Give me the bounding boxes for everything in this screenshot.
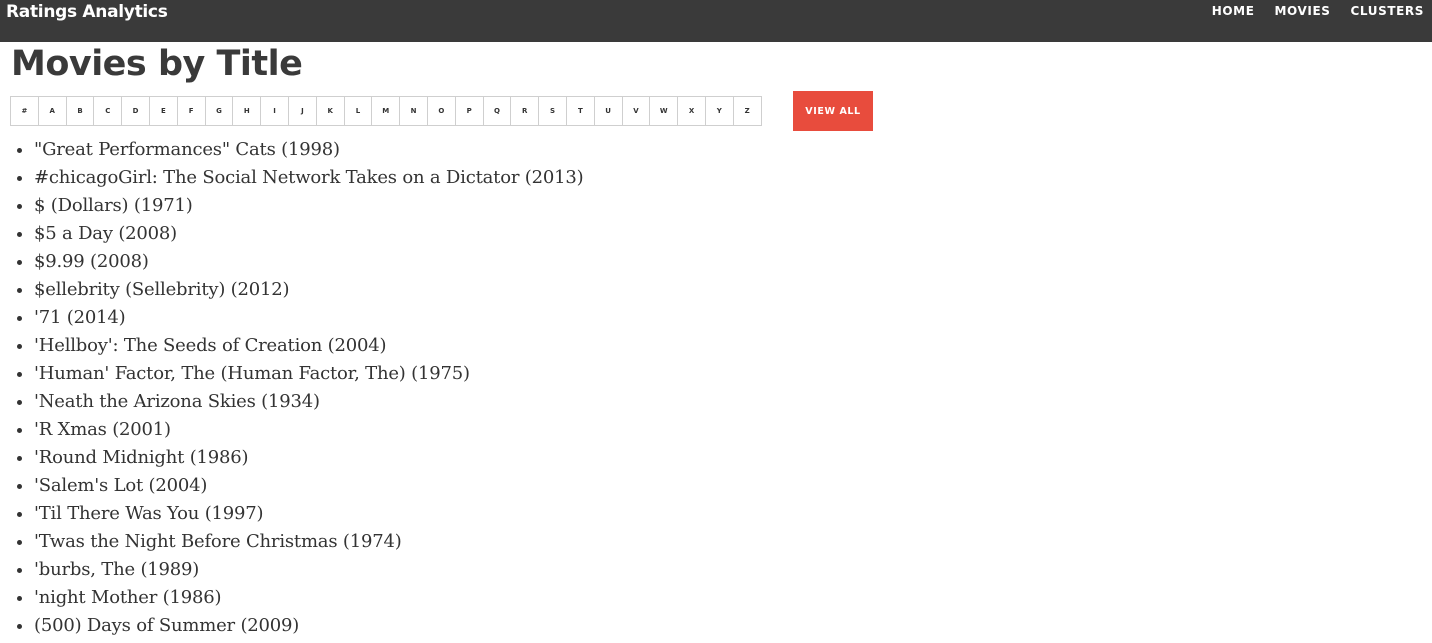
list-item: $ellebrity (Sellebrity) (2012) <box>34 276 583 304</box>
list-item: #chicagoGirl: The Social Network Takes o… <box>34 164 584 192</box>
letter-filter-d-button[interactable]: D <box>121 96 150 126</box>
list-item: '71 (2014) <box>34 304 583 332</box>
nav-links: HOME MOVIES CLUSTERS <box>1192 4 1424 18</box>
page-title: Movies by Title <box>11 44 303 84</box>
letter-filter-a-button[interactable]: A <box>37 96 67 126</box>
letter-filter-p-button[interactable]: P <box>454 96 484 126</box>
movie-title-link[interactable]: 'Til There Was You (1997) <box>34 503 264 524</box>
movie-title-link[interactable]: 'Salem's Lot (2004) <box>34 475 207 496</box>
top-navbar: Ratings Analytics HOME MOVIES CLUSTERS <box>0 0 1432 42</box>
letter-filter-r-button[interactable]: R <box>510 96 540 126</box>
movie-title-link[interactable]: (500) Days of Summer (2009) <box>34 615 299 636</box>
list-item: 'Human' Factor, The (Human Factor, The) … <box>34 360 583 388</box>
letter-filter-o-button[interactable]: O <box>426 96 456 126</box>
movie-title-link[interactable]: "Great Performances" Cats (1998) <box>34 139 340 160</box>
list-item: 'Til There Was You (1997) <box>34 500 583 528</box>
movie-title-link[interactable]: 'Human' Factor, The (Human Factor, The) … <box>34 363 470 384</box>
letter-filter-u-button[interactable]: U <box>593 96 623 126</box>
movie-title-link[interactable]: $ (Dollars) (1971) <box>34 195 193 216</box>
letter-filter-s-button[interactable]: S <box>538 96 567 126</box>
letter-filter-e-button[interactable]: E <box>148 96 178 126</box>
list-item: 'R Xmas (2001) <box>34 416 583 444</box>
brand-logo[interactable]: Ratings Analytics <box>6 2 168 22</box>
letter-filter-f-button[interactable]: F <box>176 96 206 126</box>
nav-home-link[interactable]: HOME <box>1212 4 1255 18</box>
view-all-button[interactable]: VIEW ALL <box>793 91 873 131</box>
letter-filter-j-button[interactable]: J <box>287 96 317 126</box>
list-item: 'burbs, The (1989) <box>34 556 583 584</box>
letter-filter-l-button[interactable]: L <box>343 96 373 126</box>
letter-filter-t-button[interactable]: T <box>565 96 595 126</box>
list-item: (500) Days of Summer (2009) <box>34 612 583 640</box>
letter-filter-bar: # A B C D E F G H I J K L M N O P Q R S T U V W X Y Z <box>10 96 762 126</box>
letter-filter-h-button[interactable]: H <box>232 96 262 126</box>
letter-filter-v-button[interactable]: V <box>621 96 651 126</box>
letter-filter-b-button[interactable]: B <box>65 96 95 126</box>
movie-title-link[interactable]: #chicagoGirl: The Social Network Takes o… <box>34 167 584 188</box>
letter-filter-i-button[interactable]: I <box>260 96 289 126</box>
letter-filter-w-button[interactable]: W <box>649 96 679 126</box>
movie-title-link[interactable]: '71 (2014) <box>34 307 126 328</box>
letter-filter-hash-button[interactable]: # <box>10 96 39 126</box>
nav-clusters-link[interactable]: CLUSTERS <box>1351 4 1424 18</box>
list-item: $5 a Day (2008) <box>34 220 583 248</box>
list-item: 'Round Midnight (1986) <box>34 444 583 472</box>
list-item: $ (Dollars) (1971) <box>34 192 583 220</box>
movie-title-link[interactable]: 'night Mother (1986) <box>34 587 221 608</box>
movie-title-link[interactable]: 'burbs, The (1989) <box>34 559 199 580</box>
movie-title-link[interactable]: $5 a Day (2008) <box>34 223 177 244</box>
movie-title-link[interactable]: $9.99 (2008) <box>34 251 149 272</box>
letter-filter-y-button[interactable]: Y <box>704 96 734 126</box>
list-item: 'Hellboy': The Seeds of Creation (2004) <box>34 332 583 360</box>
movie-title-link[interactable]: 'Twas the Night Before Christmas (1974) <box>34 531 402 552</box>
movie-title-link[interactable]: 'Neath the Arizona Skies (1934) <box>34 391 320 412</box>
movie-title-link[interactable]: 'R Xmas (2001) <box>34 419 171 440</box>
letter-filter-q-button[interactable]: Q <box>482 96 512 126</box>
movie-list: "Great Performances" Cats (1998) #chicago… <box>0 136 584 640</box>
list-item: 'night Mother (1986) <box>34 584 583 612</box>
letter-filter-n-button[interactable]: N <box>399 96 428 126</box>
letter-filter-x-button[interactable]: X <box>677 96 706 126</box>
letter-filter-m-button[interactable]: M <box>371 96 401 126</box>
list-item: 'Neath the Arizona Skies (1934) <box>34 388 583 416</box>
letter-filter-k-button[interactable]: K <box>315 96 345 126</box>
letter-filter-g-button[interactable]: G <box>204 96 234 126</box>
list-item: "Great Performances" Cats (1998) <box>34 136 583 164</box>
list-item: 'Salem's Lot (2004) <box>34 472 583 500</box>
letter-filter-c-button[interactable]: C <box>93 96 123 126</box>
list-item: 'Twas the Night Before Christmas (1974) <box>34 528 583 556</box>
movie-title-link[interactable]: 'Round Midnight (1986) <box>34 447 249 468</box>
list-item: $9.99 (2008) <box>34 248 583 276</box>
movie-title-link[interactable]: 'Hellboy': The Seeds of Creation (2004) <box>34 335 387 356</box>
letter-filter-z-button[interactable]: Z <box>732 96 762 126</box>
movie-title-link[interactable]: $ellebrity (Sellebrity) (2012) <box>34 279 290 300</box>
nav-movies-link[interactable]: MOVIES <box>1275 4 1331 18</box>
